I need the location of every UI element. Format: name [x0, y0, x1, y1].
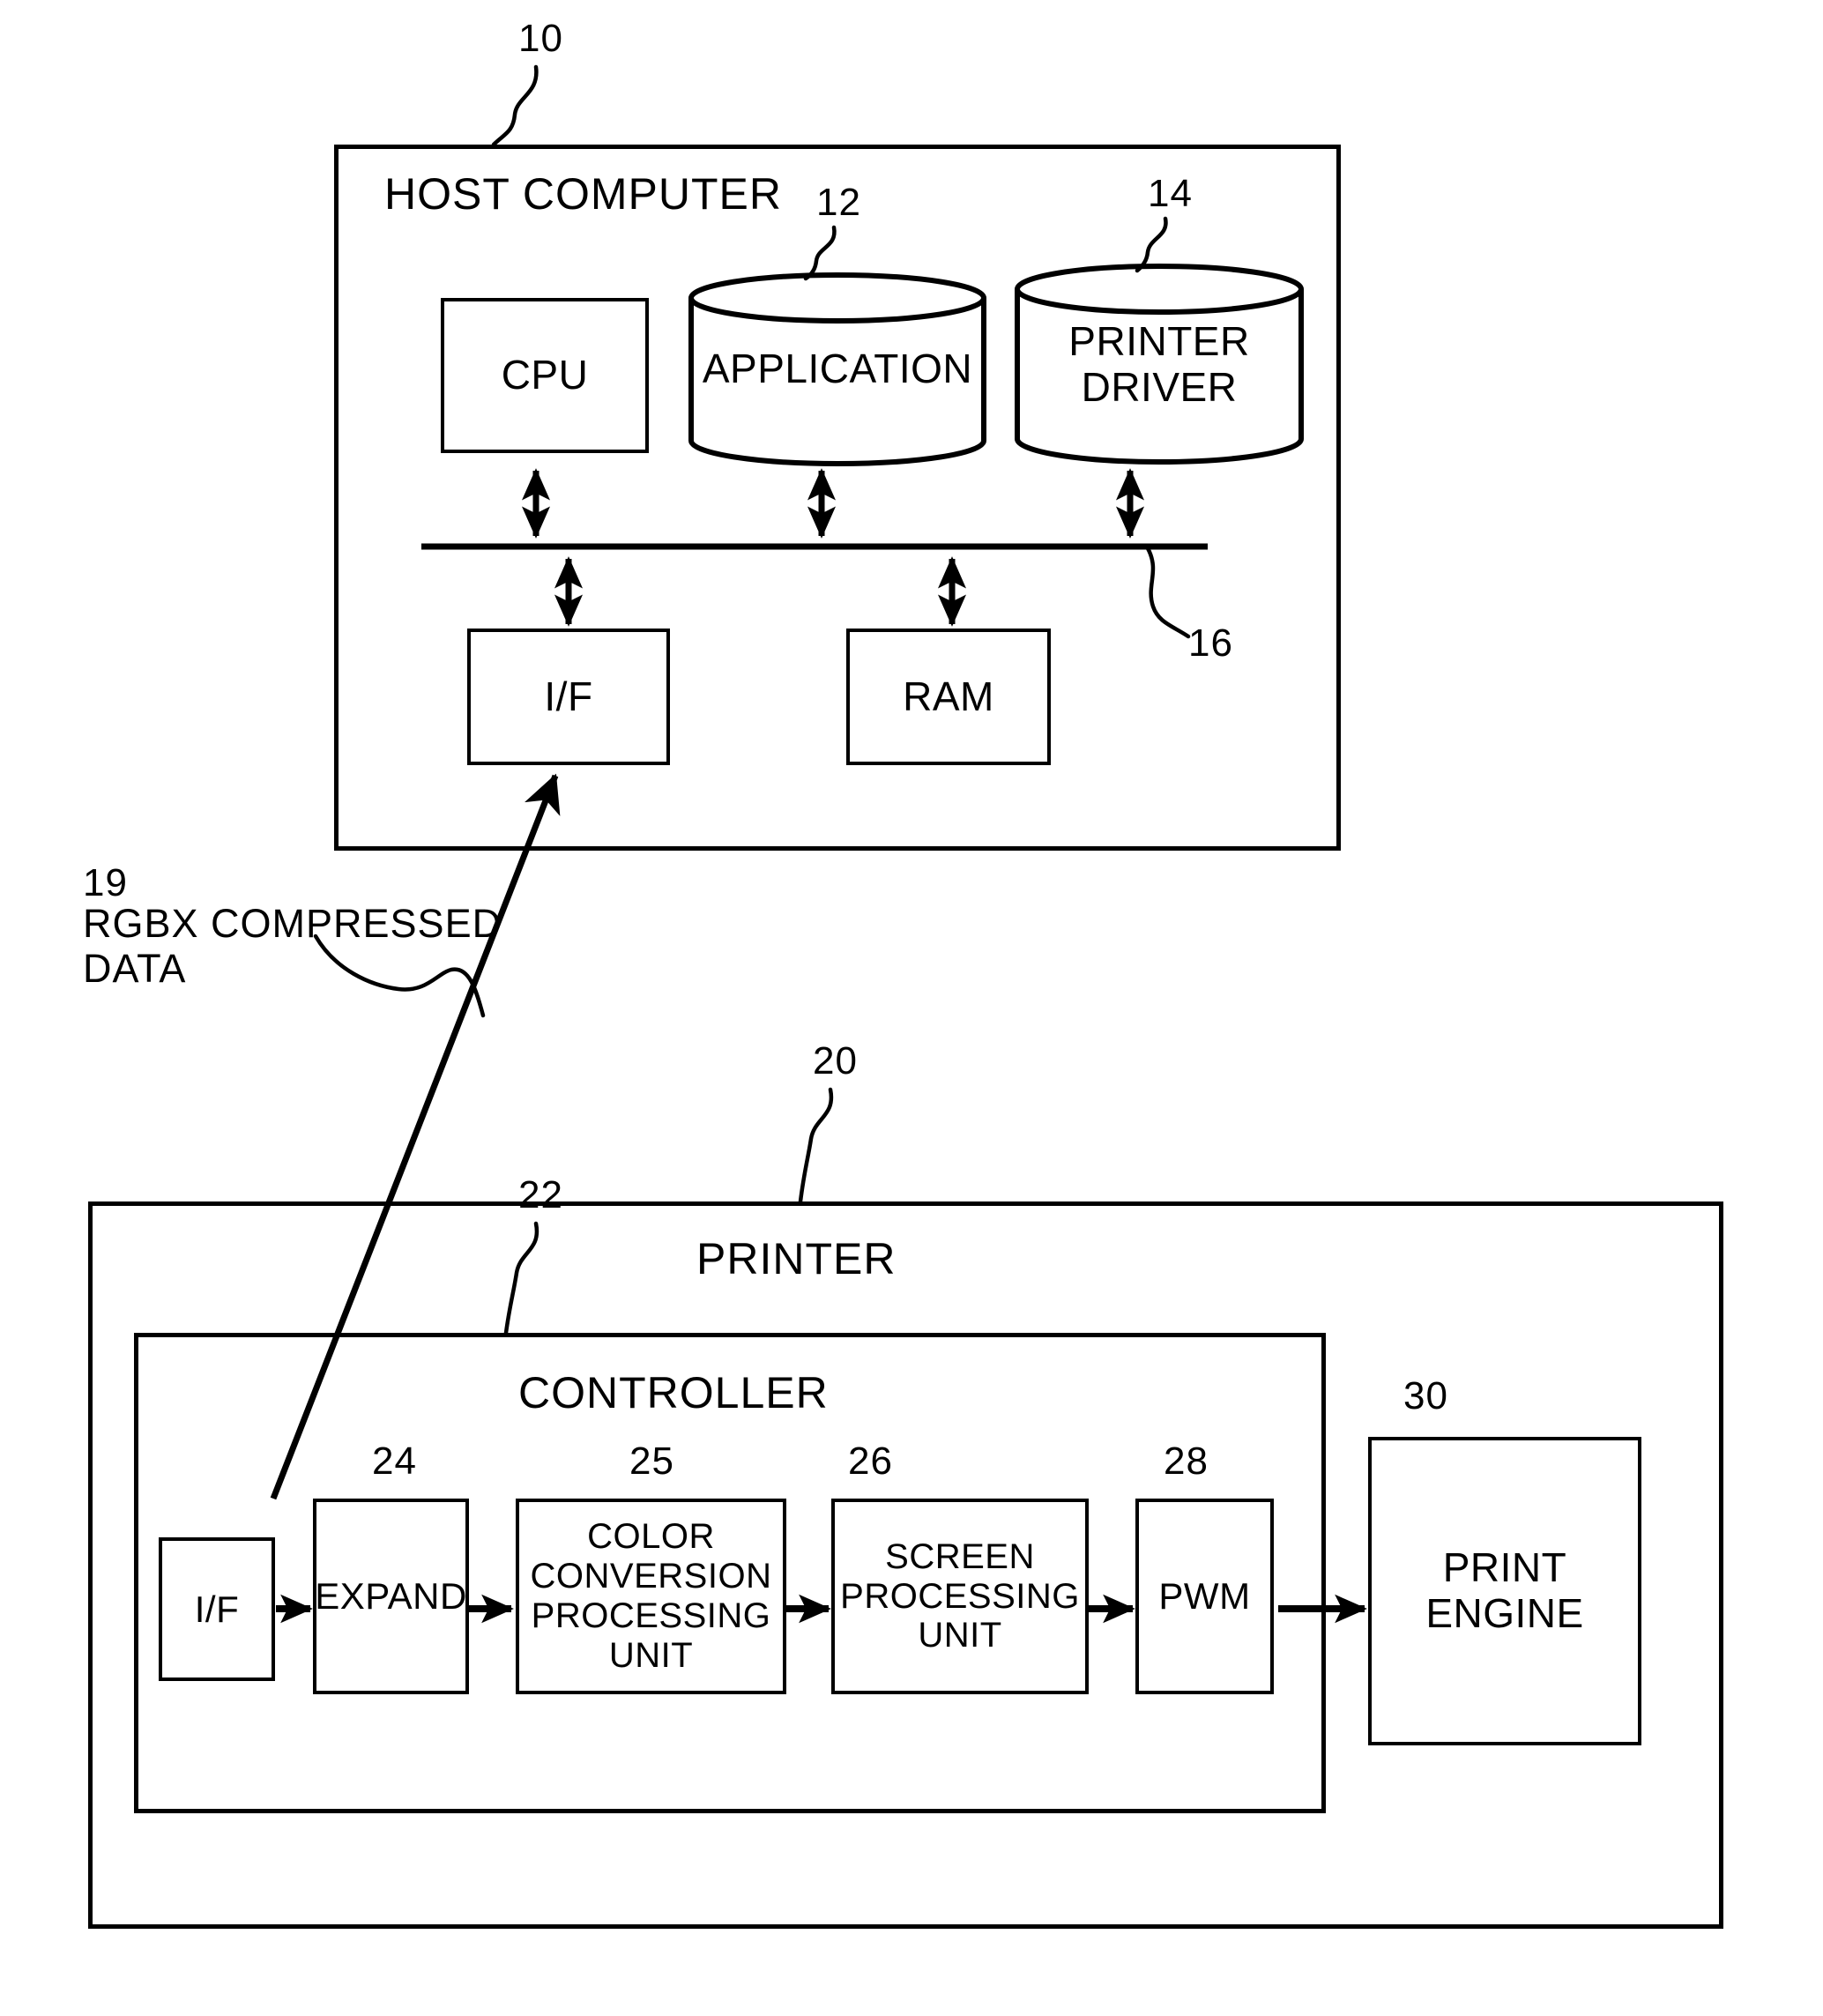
- ref-16: 16: [1188, 621, 1233, 665]
- pwm-block: [1135, 1499, 1274, 1694]
- ref-26: 26: [848, 1439, 893, 1483]
- ref-14: 14: [1148, 172, 1193, 215]
- ref-28: 28: [1164, 1439, 1209, 1483]
- printer-driver-cylinder: [1014, 264, 1305, 465]
- host-computer-title: HOST COMPUTER: [384, 169, 782, 219]
- figure-canvas: HOST COMPUTER 10 CPU APPLICATION 12 PRIN…: [0, 0, 1823, 2016]
- printer-interface-block: [159, 1537, 275, 1681]
- ram-block: [846, 629, 1051, 765]
- expand-block: [313, 1499, 469, 1694]
- ref-10: 10: [518, 17, 563, 60]
- ref-25: 25: [629, 1439, 674, 1483]
- ref-22: 22: [518, 1173, 563, 1216]
- print-engine-block: [1368, 1437, 1641, 1745]
- ref-24: 24: [372, 1439, 417, 1483]
- controller-title: CONTROLLER: [518, 1368, 829, 1417]
- cpu-block: [441, 298, 649, 453]
- application-cylinder: [688, 272, 987, 466]
- rgbx-compressed-data-label: RGBX COMPRESSED DATA: [83, 901, 502, 992]
- ref-12: 12: [816, 181, 861, 224]
- screen-processing-block: [831, 1499, 1089, 1694]
- color-conversion-block: [516, 1499, 786, 1694]
- printer-title: PRINTER: [696, 1234, 897, 1283]
- ref-19: 19: [83, 861, 128, 904]
- host-interface-block: [467, 629, 670, 765]
- ref-30: 30: [1403, 1374, 1448, 1417]
- ref-20: 20: [813, 1039, 858, 1082]
